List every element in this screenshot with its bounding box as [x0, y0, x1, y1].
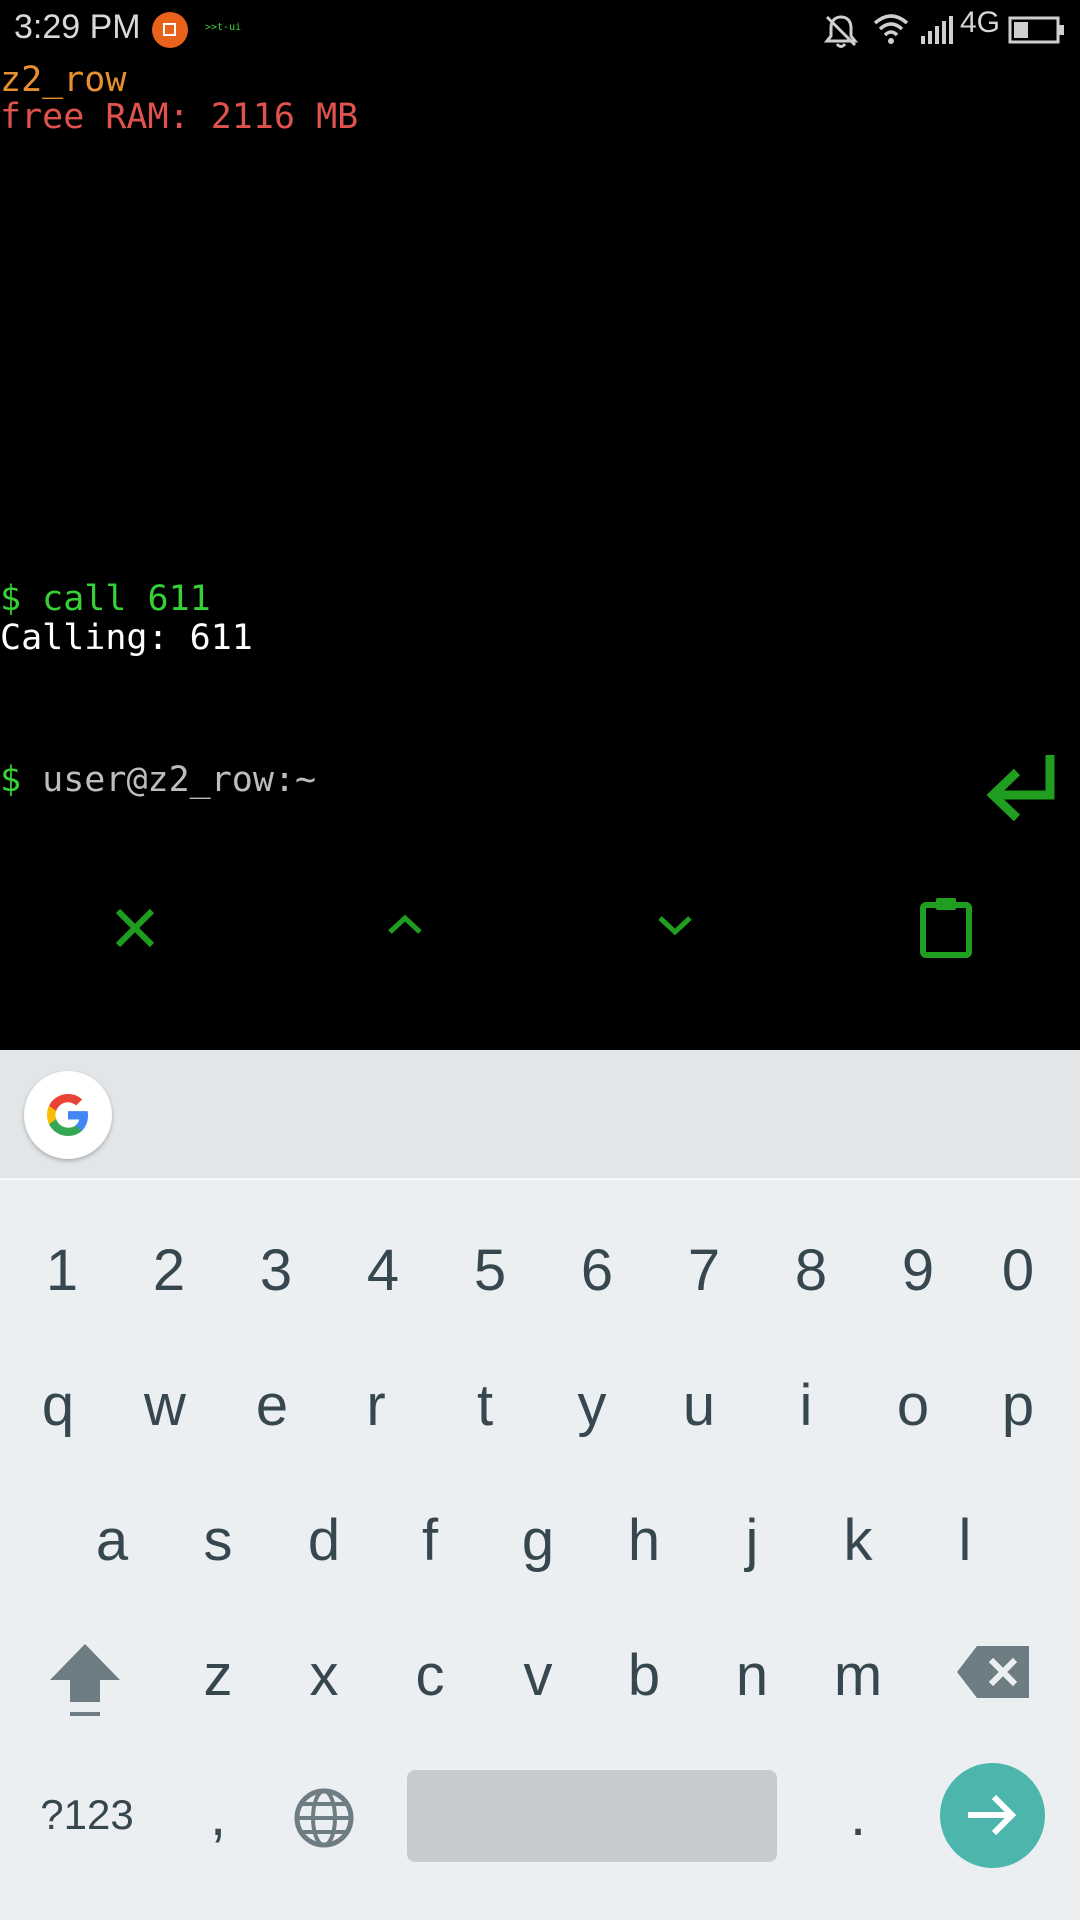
key-comma[interactable]: ,	[168, 1755, 268, 1875]
enter-arrow-icon[interactable]	[985, 750, 1080, 840]
key-t[interactable]: t	[435, 1345, 535, 1465]
key-x[interactable]: x	[274, 1615, 374, 1735]
key-period[interactable]: .	[808, 1755, 908, 1875]
arrow-right-icon	[968, 1794, 1017, 1836]
key-z[interactable]: z	[168, 1615, 268, 1735]
keyboard-enter-button[interactable]	[940, 1763, 1045, 1868]
key-6[interactable]: 6	[547, 1210, 647, 1330]
key-r[interactable]: r	[326, 1345, 426, 1465]
notification-app-label: >>t-ui	[205, 22, 242, 33]
chevron-up-icon[interactable]	[385, 910, 425, 940]
key-8[interactable]: 8	[761, 1210, 861, 1330]
prompt-text: user@z2_row:~	[42, 760, 317, 800]
key-1[interactable]: 1	[12, 1210, 112, 1330]
status-bar: 3:29 PM >>t-ui 4G	[0, 0, 1080, 60]
key-4[interactable]: 4	[333, 1210, 433, 1330]
command-history-line: $ call 611	[0, 579, 211, 619]
chevron-down-icon[interactable]	[655, 910, 695, 940]
command-input[interactable]: $ user@z2_row:~	[0, 760, 316, 800]
key-3[interactable]: 3	[226, 1210, 326, 1330]
globe-icon[interactable]	[293, 1787, 355, 1849]
key-5[interactable]: 5	[440, 1210, 540, 1330]
key-g[interactable]: g	[488, 1480, 588, 1600]
google-search-button[interactable]	[24, 1071, 112, 1159]
key-l[interactable]: l	[915, 1480, 1015, 1600]
key-e[interactable]: e	[222, 1345, 322, 1465]
network-type: 4G	[960, 6, 1001, 39]
ram-info-line: free RAM: 2116 MB	[0, 97, 359, 137]
shift-icon[interactable]	[48, 1640, 123, 1720]
key-j[interactable]: j	[702, 1480, 802, 1600]
status-time: 3:29 PM	[14, 8, 141, 46]
signal-icon	[921, 16, 953, 44]
key-a[interactable]: a	[62, 1480, 162, 1600]
key-f[interactable]: f	[380, 1480, 480, 1600]
wifi-icon	[873, 14, 909, 44]
key-n[interactable]: n	[702, 1615, 802, 1735]
prompt-symbol: $	[0, 760, 43, 800]
command-output-line: Calling: 611	[0, 618, 253, 658]
backspace-icon[interactable]	[955, 1644, 1031, 1700]
symbols-key[interactable]: ?123	[37, 1755, 137, 1875]
key-9[interactable]: 9	[868, 1210, 968, 1330]
key-0[interactable]: 0	[968, 1210, 1068, 1330]
key-v[interactable]: v	[488, 1615, 588, 1735]
key-i[interactable]: i	[756, 1345, 856, 1465]
notification-app-icon	[152, 12, 188, 48]
key-k[interactable]: k	[808, 1480, 908, 1600]
close-icon[interactable]	[110, 903, 160, 953]
key-w[interactable]: w	[115, 1345, 215, 1465]
key-2[interactable]: 2	[119, 1210, 219, 1330]
google-g-icon	[47, 1094, 88, 1136]
key-p[interactable]: p	[968, 1345, 1068, 1465]
key-c[interactable]: c	[380, 1615, 480, 1735]
key-s[interactable]: s	[168, 1480, 268, 1600]
key-q[interactable]: q	[8, 1345, 108, 1465]
terminal-area[interactable]: z2_row free RAM: 2116 MB $ call 611 Call…	[0, 60, 1080, 1050]
key-y[interactable]: y	[542, 1345, 642, 1465]
clipboard-icon[interactable]	[918, 895, 974, 959]
key-m[interactable]: m	[808, 1615, 908, 1735]
key-b[interactable]: b	[594, 1615, 694, 1735]
key-7[interactable]: 7	[654, 1210, 754, 1330]
mute-icon	[823, 15, 859, 48]
soft-keyboard: 1 2 3 4 5 6 7 8 9 0 q w e r t y u i o p …	[0, 1050, 1080, 1920]
key-h[interactable]: h	[594, 1480, 694, 1600]
key-d[interactable]: d	[274, 1480, 374, 1600]
battery-icon	[1008, 16, 1064, 44]
hostname-line: z2_row	[0, 60, 127, 100]
suggestion-strip	[0, 1050, 1080, 1180]
key-o[interactable]: o	[863, 1345, 963, 1465]
key-u[interactable]: u	[649, 1345, 749, 1465]
space-key[interactable]	[407, 1770, 777, 1862]
